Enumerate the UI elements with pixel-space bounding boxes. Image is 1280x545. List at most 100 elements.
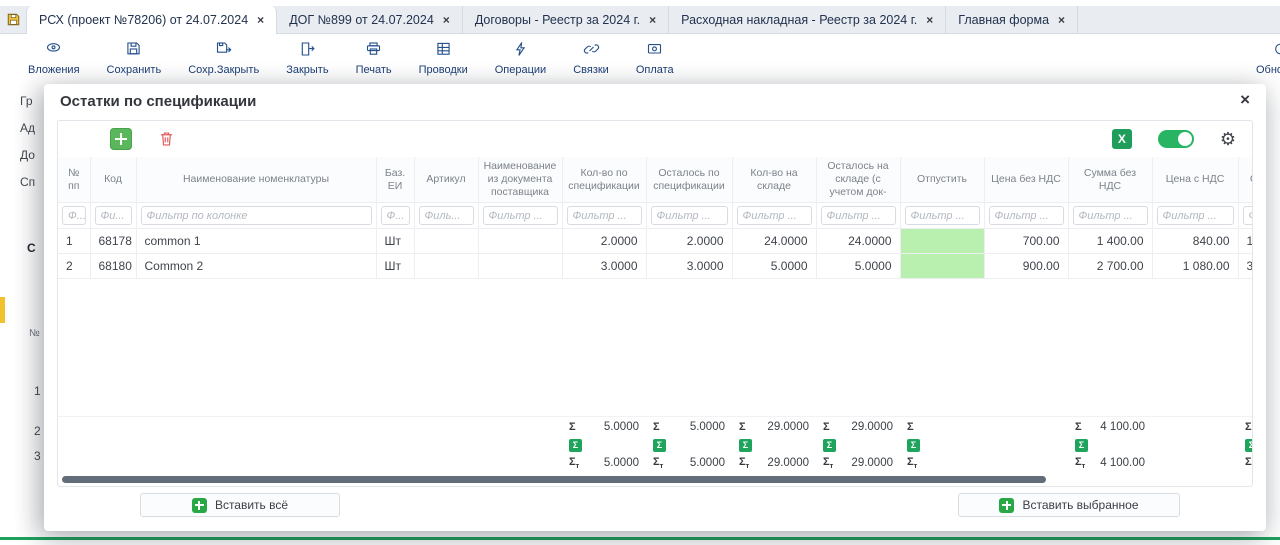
toolbar-button-print[interactable]: Печать [356,41,392,76]
bg-section-label: С [27,241,36,255]
column-filter-input[interactable]: Филь... [419,206,474,225]
cell-price-vat: 840.00 [1152,229,1238,254]
lightning-icon [511,41,530,62]
column-header[interactable]: Кол-во на складе [732,157,816,203]
insert-selected-button[interactable]: Вставить выбранное [958,493,1180,517]
toolbar-button-operations[interactable]: Операции [495,41,546,76]
column-header[interactable]: Осталось на складе (с учетом док- [816,157,900,203]
release-qty-input[interactable] [900,229,984,254]
document-icon[interactable] [0,6,26,33]
bg-field-label: Гр [20,94,33,108]
sigma-badge-icon[interactable]: Σ [1075,439,1088,452]
sigma-icon: Σ [1245,421,1252,433]
column-filter-input[interactable]: Фильтр ... [737,206,812,225]
close-icon[interactable]: × [257,13,264,27]
grid-table-icon [434,41,453,62]
tab-rashodnaya-register[interactable]: Расходная накладная - Реестр за 2024 г. … [669,6,946,33]
toolbar-button-close[interactable]: Закрыть [286,41,328,76]
delete-row-button[interactable] [158,130,175,148]
totals-cell: Σ Σ Σт [900,417,984,473]
totals-cell: Σ Σ Σт [1238,417,1252,473]
cell-num: 1 [58,229,90,254]
tab-main-form[interactable]: Главная форма × [946,6,1078,33]
column-filter-input[interactable]: Фи... [95,206,132,225]
export-excel-button[interactable]: X [1112,129,1132,149]
bg-row-number: 1 [34,384,41,398]
column-filter-input[interactable]: Фильтр ... [905,206,980,225]
column-filter-input[interactable]: Фильтр ... [483,206,558,225]
sigma-badge-icon[interactable]: Σ [907,439,920,452]
column-header[interactable]: Артикул [414,157,478,203]
insert-selected-label: Вставить выбранное [1022,498,1138,512]
sigma-badge-icon[interactable]: Σ [653,439,666,452]
close-icon[interactable]: × [926,13,933,27]
column-header[interactable]: Осталось по спецификации [646,157,732,203]
tab-dogovory-register[interactable]: Договоры - Реестр за 2024 г. × [463,6,669,33]
close-icon[interactable]: × [649,13,656,27]
payment-icon [645,41,664,62]
close-icon[interactable]: × [443,13,450,27]
column-header[interactable]: Баз. ЕИ [376,157,414,203]
totals-cell: Σ29.0000 Σ Σт29.0000 [732,417,816,473]
column-filter-input[interactable]: Ф... [381,206,410,225]
toolbar-button-payment[interactable]: Оплата [636,41,674,76]
column-header[interactable]: Кол-во по спецификации [562,157,646,203]
toolbar-button-links[interactable]: Связки [573,41,609,76]
tab-dog[interactable]: ДОГ №899 от 24.07.2024 × [277,6,463,33]
column-filter-input[interactable]: Фильтр ... [821,206,896,225]
column-filter-input[interactable]: Фильтр по колонке [141,206,372,225]
cell-code: 68178 [90,229,136,254]
column-filter-input[interactable]: Фильтр ... [989,206,1064,225]
column-header[interactable]: № пп [58,157,90,203]
insert-all-button[interactable]: Вставить всё [140,493,340,517]
sigma-badge-icon[interactable]: Σ [1245,439,1252,452]
cell-qty-spec: 2.0000 [562,229,646,254]
bg-field-label: Ад [20,121,35,135]
column-header[interactable]: Цена без НДС [984,157,1068,203]
table-row[interactable]: 2 68180 Common 2 Шт 3.0000 3.0000 5.0000… [58,254,1252,279]
cell-price-vat: 1 080.00 [1152,254,1238,279]
tab-label: Договоры - Реестр за 2024 г. [475,13,640,27]
toolbar-button-postings[interactable]: Проводки [419,41,468,76]
sigma-t-icon: Σт [569,456,579,470]
column-header[interactable]: Наименование из документа поставщика [478,157,562,203]
column-filter-input[interactable]: Фильтр ... [567,206,642,225]
bg-mini-header: № пп [29,328,43,340]
sigma-badge-icon[interactable]: Σ [823,439,836,452]
sigma-badge-icon[interactable]: Σ [739,439,752,452]
tab-rsx[interactable]: РСХ (проект №78206) от 24.07.2024 × [26,6,277,34]
release-qty-input[interactable] [900,254,984,279]
column-header[interactable]: Сумма с НДС [1238,157,1252,203]
toolbar-button-attachments[interactable]: Вложения [28,41,80,76]
column-filter-input[interactable]: Фильтр ... [1073,206,1148,225]
toolbar-label: Закрыть [286,64,328,76]
sigma-badge-icon[interactable]: Σ [569,439,582,452]
column-header[interactable]: Отпустить [900,157,984,203]
sigma-t-icon: Σт [907,456,917,470]
horizontal-scrollbar[interactable] [62,476,1046,483]
column-header[interactable]: Цена с НДС [1152,157,1238,203]
cell-unit: Шт [376,254,414,279]
filter-toggle[interactable] [1158,130,1194,148]
close-icon[interactable]: × [1240,90,1250,110]
add-row-button[interactable] [110,128,132,150]
column-header[interactable]: Код [90,157,136,203]
toolbar-button-save[interactable]: Сохранить [107,41,162,76]
toolbar-button-save-close[interactable]: Сохр.Закрыть [188,41,259,76]
save-close-icon [214,41,233,62]
column-filter-input[interactable]: Ф... [62,206,86,225]
column-header[interactable]: Сумма без НДС [1068,157,1152,203]
toolbar-label: Вложения [28,64,80,76]
toolbar-label: Сохранить [107,64,162,76]
column-header[interactable]: Наименование номенклатуры [136,157,376,203]
column-filter-input[interactable]: Фильтр ... [651,206,728,225]
column-filter-input[interactable]: Фильтр ... [1157,206,1234,225]
column-filter-input[interactable]: Фи... [1243,206,1253,225]
close-icon[interactable]: × [1058,13,1065,27]
dialog-header: Остатки по спецификации × [44,84,1266,118]
refresh-icon [1271,41,1280,62]
cell-sum-no-vat: 2 700.00 [1068,254,1152,279]
toolbar-button-refresh[interactable]: Обновить [1256,41,1280,76]
settings-gear-icon[interactable]: ⚙ [1220,130,1236,148]
table-row[interactable]: 1 68178 common 1 Шт 2.0000 2.0000 24.000… [58,229,1252,254]
